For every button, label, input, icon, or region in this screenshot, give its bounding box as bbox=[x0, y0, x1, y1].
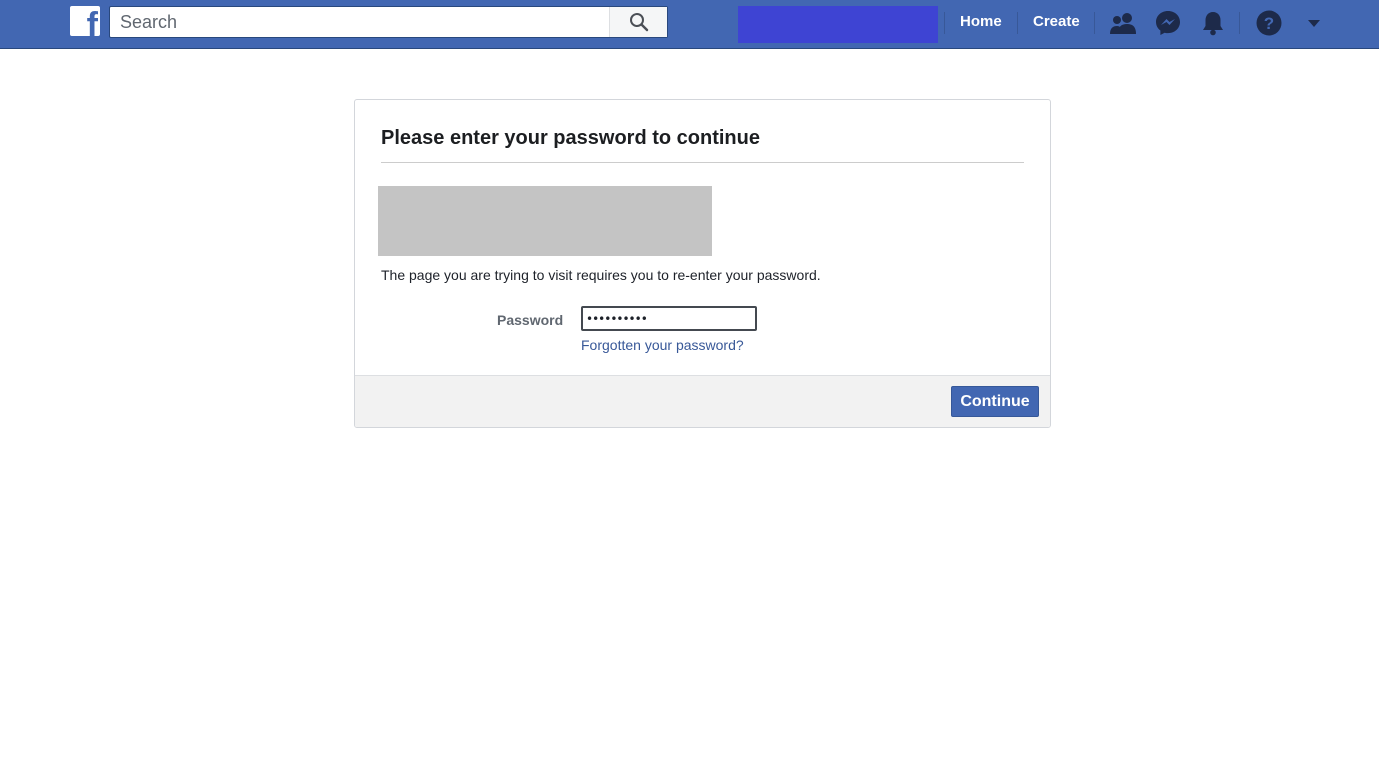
account-menu-icon[interactable] bbox=[1299, 8, 1329, 38]
dialog-footer: Continue bbox=[355, 375, 1050, 427]
title-divider bbox=[381, 162, 1024, 163]
account-info-redacted bbox=[378, 186, 712, 256]
search-box bbox=[109, 6, 668, 38]
profile-name-redacted[interactable] bbox=[738, 6, 938, 43]
search-icon bbox=[629, 13, 648, 32]
messenger-icon[interactable] bbox=[1153, 8, 1183, 38]
home-link[interactable]: Home bbox=[960, 13, 1002, 30]
notifications-icon[interactable] bbox=[1198, 8, 1228, 38]
search-input[interactable] bbox=[110, 7, 610, 37]
nav-divider bbox=[1094, 12, 1095, 34]
friends-icon[interactable] bbox=[1108, 8, 1138, 38]
nav-divider bbox=[944, 12, 945, 34]
reauth-notice: The page you are trying to visit require… bbox=[381, 267, 821, 283]
password-label: Password bbox=[497, 312, 564, 328]
forgot-password-link[interactable]: Forgotten your password? bbox=[581, 337, 744, 353]
password-field[interactable] bbox=[581, 306, 757, 331]
nav-divider bbox=[1239, 12, 1240, 34]
dialog-title: Please enter your password to continue bbox=[381, 127, 760, 149]
help-icon[interactable]: ? bbox=[1254, 8, 1284, 38]
password-dialog: Please enter your password to continue T… bbox=[354, 99, 1051, 428]
create-link[interactable]: Create bbox=[1033, 13, 1080, 30]
top-navigation-bar: f Home Create bbox=[0, 0, 1379, 49]
continue-button[interactable]: Continue bbox=[951, 386, 1039, 417]
facebook-logo-icon[interactable]: f bbox=[70, 6, 100, 36]
svg-text:?: ? bbox=[1264, 14, 1274, 33]
nav-divider bbox=[1017, 12, 1018, 34]
search-button[interactable] bbox=[609, 7, 667, 37]
logo-letter: f bbox=[86, 6, 98, 36]
